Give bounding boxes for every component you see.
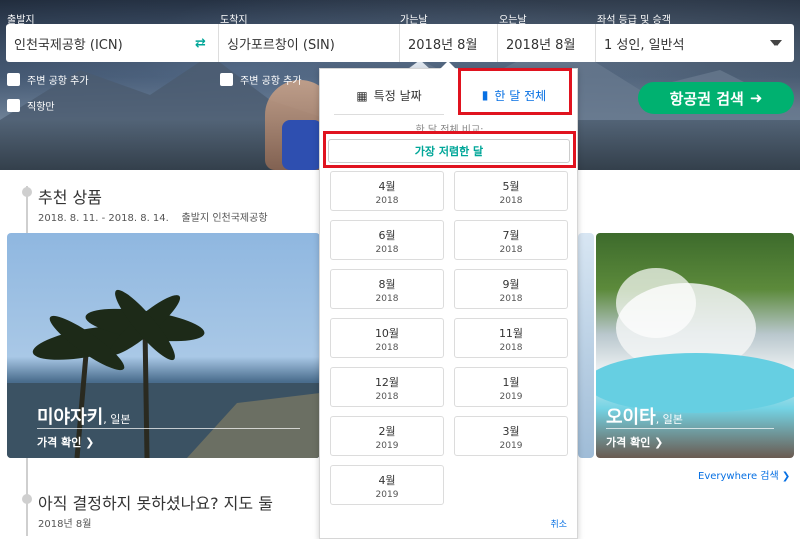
checkbox-label: 주변 공항 추가 [240,76,302,87]
swap-icon[interactable]: ⇄ [195,36,206,51]
checkbox-label: 직항만 [27,102,55,113]
month-name: 4월 [378,474,396,487]
hero-person-shirt [282,120,322,170]
depart-field[interactable]: 2018년 8월 [400,24,498,62]
card-city: 미야자키, 일본 [37,403,130,429]
destination-card-miyazaki[interactable]: 미야자키, 일본 가격 확인 ❯ [7,233,320,458]
card-city: 오이타, 일본 [606,403,683,429]
highlight-box-cheapest [323,131,576,168]
search-flights-button[interactable]: 항공권 검색 ➜ [638,82,794,114]
month-year: 2018 [499,294,523,304]
card-city-name: 오이타 [606,407,656,428]
month-option[interactable]: 5월 2018 [454,171,568,211]
month-year: 2018 [499,196,523,206]
return-field[interactable]: 2018년 8월 [498,24,596,62]
tab-specific-date-label: 특정 날짜 [373,89,422,103]
cancel-link[interactable]: 취소 [550,517,567,530]
destination-card-oita[interactable]: 오이타, 일본 가격 확인 ❯ [596,233,794,458]
card-country: , 일본 [103,413,131,426]
month-name: 3월 [502,425,520,438]
month-option[interactable]: 2월 2019 [330,416,444,456]
month-name: 1월 [502,376,520,389]
month-name: 8월 [378,278,396,291]
month-option[interactable]: 1월 2019 [454,367,568,407]
month-year: 2019 [499,441,523,451]
search-button-label: 항공권 검색 [669,89,744,108]
section-subtitle-map: 2018년 8월 [38,519,92,530]
everywhere-label: Everywhere 검색 [698,471,779,482]
tab-specific-date[interactable]: ▦ 특정 날짜 [334,77,444,115]
destination-value: 싱가포르창이 (SIN) [227,37,335,53]
month-name: 11월 [498,327,524,340]
origin-field[interactable]: 인천국제공항 (ICN) [6,24,219,62]
origin-value: 인천국제공항 (ICN) [14,37,123,53]
card-price-link[interactable]: 가격 확인 ❯ [37,434,94,450]
month-option[interactable]: 10월 2018 [330,318,444,358]
highlight-box-tab [458,68,572,115]
card-country: , 일본 [655,413,683,426]
direct-only-checkbox[interactable]: 직항만 [7,98,55,113]
timeline-dot [22,494,32,504]
month-name: 10월 [374,327,400,340]
month-year: 2018 [375,343,399,353]
month-year: 2019 [375,490,399,500]
month-year: 2018 [499,245,523,255]
card-divider [606,428,774,429]
month-year: 2019 [375,441,399,451]
month-name: 2월 [378,425,396,438]
nearby-destination-checkbox[interactable]: 주변 공항 추가 [220,72,302,87]
month-name: 9월 [502,278,520,291]
month-year: 2018 [375,294,399,304]
month-picker-popup: ▦ 특정 날짜 ▮ 한 달 전체 한 달 전체 비교: 가장 저렴한 달 4월 2… [319,61,578,539]
timeline-dot [22,187,32,197]
section-title-map: 아직 결정하지 못하셨나요? 지도 둘 [38,494,273,513]
card-price-label: 가격 확인 [37,436,82,449]
calendar-icon: ▦ [356,88,368,103]
month-option[interactable]: 3월 2019 [454,416,568,456]
checkbox-box[interactable] [220,73,233,86]
month-option[interactable]: 12월 2018 [330,367,444,407]
checkbox-box[interactable] [7,99,20,112]
card-price-link[interactable]: 가격 확인 ❯ [606,434,663,450]
return-value: 2018년 8월 [506,37,576,53]
chevron-right-icon: ❯ [85,436,95,449]
destination-field[interactable]: 싱가포르창이 (SIN) [219,24,400,62]
month-option[interactable]: 4월 2018 [330,171,444,211]
month-year: 2018 [375,196,399,206]
destination-card-partial[interactable] [578,233,594,458]
month-option[interactable]: 8월 2018 [330,269,444,309]
chevron-right-icon: ❯ [781,471,791,482]
month-option[interactable]: 9월 2018 [454,269,568,309]
month-year: 2018 [499,343,523,353]
checkbox-box[interactable] [7,73,20,86]
month-name: 12월 [374,376,400,389]
depart-value: 2018년 8월 [408,37,478,53]
caret-down-icon [770,40,780,46]
month-year: 2019 [499,392,523,402]
card-price-label: 가격 확인 [606,436,651,449]
month-name: 7월 [502,229,520,242]
chevron-right-icon: ❯ [654,436,664,449]
section-subtitle-recommended: 2018. 8. 11. - 2018. 8. 14. 출발지 인천국제공항 [38,213,268,224]
nearby-origin-checkbox[interactable]: 주변 공항 추가 [7,72,89,87]
checkbox-label: 주변 공항 추가 [27,76,89,87]
month-name: 6월 [378,229,396,242]
cabin-value: 1 성인, 일반석 [604,37,685,53]
cabin-select[interactable]: 1 성인, 일반석 [596,24,794,62]
month-name: 4월 [378,180,396,193]
month-option[interactable]: 11월 2018 [454,318,568,358]
card-divider [37,428,300,429]
month-option[interactable]: 4월 2019 [330,465,444,505]
month-name: 5월 [502,180,520,193]
month-option[interactable]: 6월 2018 [330,220,444,260]
month-option[interactable]: 7월 2018 [454,220,568,260]
month-year: 2018 [375,392,399,402]
everywhere-search-link[interactable]: Everywhere 검색 ❯ [698,467,790,482]
month-year: 2018 [375,245,399,255]
section-title-recommended: 추천 상품 [38,188,102,207]
card-city-name: 미야자키 [37,407,104,428]
arrow-right-icon: ➜ [749,89,763,107]
